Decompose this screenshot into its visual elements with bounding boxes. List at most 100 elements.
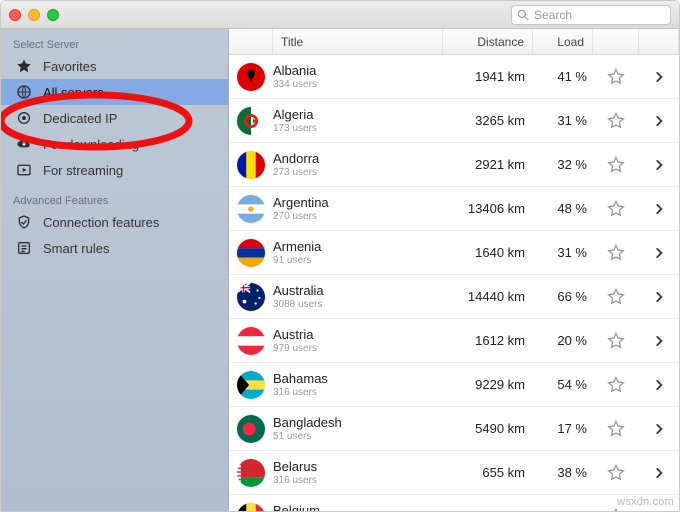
distance-cell: 1941 km	[443, 69, 533, 84]
disclosure-button[interactable]	[639, 70, 679, 84]
app-window: Select Server Favorites All servers Dedi…	[0, 0, 680, 512]
distance-cell: 2921 km	[443, 157, 533, 172]
cloud-download-icon	[15, 135, 33, 153]
title-cell: Austria979 users	[273, 327, 443, 355]
flag-icon	[236, 150, 266, 180]
disclosure-button[interactable]	[639, 158, 679, 172]
favorite-button[interactable]	[593, 331, 639, 351]
sidebar: Select Server Favorites All servers Dedi…	[1, 29, 229, 511]
server-name: Belarus	[273, 459, 437, 475]
load-cell: 66 %	[533, 289, 593, 304]
flag-cell	[229, 150, 273, 180]
server-users: 316 users	[273, 475, 437, 487]
favorite-button[interactable]	[593, 419, 639, 439]
close-icon[interactable]	[9, 9, 21, 21]
sidebar-group-label: Select Server	[1, 35, 228, 53]
col-fav	[593, 29, 639, 54]
col-load[interactable]: Load	[533, 29, 593, 54]
favorite-button[interactable]	[593, 287, 639, 307]
table-row[interactable]: Bahamas316 users9229 km54 %	[229, 363, 679, 407]
server-name: Albania	[273, 63, 437, 79]
favorite-button[interactable]	[593, 111, 639, 131]
badge-icon	[15, 109, 33, 127]
table-row[interactable]: Belgium1379 users2256 km41 %	[229, 495, 679, 511]
col-title[interactable]: Title	[273, 29, 443, 54]
server-name: Australia	[273, 283, 437, 299]
disclosure-button[interactable]	[639, 290, 679, 304]
disclosure-button[interactable]	[639, 114, 679, 128]
server-users: 51 users	[273, 431, 437, 443]
disclosure-button[interactable]	[639, 510, 679, 512]
sidebar-item-dedicated-ip[interactable]: Dedicated IP	[1, 105, 228, 131]
flag-cell	[229, 282, 273, 312]
favorite-button[interactable]	[593, 67, 639, 87]
load-cell: 41 %	[533, 69, 593, 84]
table-row[interactable]: Argentina270 users13406 km48 %	[229, 187, 679, 231]
distance-cell: 14440 km	[443, 289, 533, 304]
col-flag[interactable]	[229, 29, 273, 54]
flag-cell	[229, 326, 273, 356]
table-row[interactable]: Albania334 users1941 km41 %	[229, 55, 679, 99]
title-cell: Algeria173 users	[273, 107, 443, 135]
title-cell: Belgium1379 users	[273, 503, 443, 512]
server-name: Andorra	[273, 151, 437, 167]
table-row[interactable]: Australia3088 users14440 km66 %	[229, 275, 679, 319]
titlebar	[1, 1, 679, 29]
title-cell: Australia3088 users	[273, 283, 443, 311]
distance-cell: 5490 km	[443, 421, 533, 436]
sidebar-item-streaming[interactable]: For streaming	[1, 157, 228, 183]
disclosure-button[interactable]	[639, 422, 679, 436]
sidebar-item-all-servers[interactable]: All servers	[1, 79, 228, 105]
table-row[interactable]: Algeria173 users3265 km31 %	[229, 99, 679, 143]
server-users: 173 users	[273, 123, 437, 135]
distance-cell: 9229 km	[443, 377, 533, 392]
sidebar-item-downloading[interactable]: For downloading	[1, 131, 228, 157]
server-users: 270 users	[273, 211, 437, 223]
watermark: wsxdn.com	[617, 496, 674, 508]
sidebar-item-favorites[interactable]: Favorites	[1, 53, 228, 79]
body: Select Server Favorites All servers Dedi…	[1, 29, 679, 511]
title-cell: Andorra273 users	[273, 151, 443, 179]
favorite-button[interactable]	[593, 463, 639, 483]
minimize-icon[interactable]	[28, 9, 40, 21]
favorite-button[interactable]	[593, 243, 639, 263]
title-cell: Bangladesh51 users	[273, 415, 443, 443]
title-cell: Armenia91 users	[273, 239, 443, 267]
server-users: 334 users	[273, 79, 437, 91]
server-users: 316 users	[273, 387, 437, 399]
sidebar-item-label: Dedicated IP	[43, 111, 117, 126]
flag-icon	[236, 238, 266, 268]
sidebar-item-connection-features[interactable]: Connection features	[1, 209, 228, 235]
sidebar-group-label: Advanced Features	[1, 191, 228, 209]
title-cell: Argentina270 users	[273, 195, 443, 223]
sidebar-item-label: Connection features	[43, 215, 159, 230]
flag-icon	[236, 326, 266, 356]
zoom-icon[interactable]	[47, 9, 59, 21]
server-list[interactable]: Albania334 users1941 km41 %Algeria173 us…	[229, 55, 679, 511]
server-name: Argentina	[273, 195, 437, 211]
disclosure-button[interactable]	[639, 202, 679, 216]
table-row[interactable]: Bangladesh51 users5490 km17 %	[229, 407, 679, 451]
disclosure-button[interactable]	[639, 246, 679, 260]
table-row[interactable]: Armenia91 users1640 km31 %	[229, 231, 679, 275]
disclosure-button[interactable]	[639, 334, 679, 348]
disclosure-button[interactable]	[639, 378, 679, 392]
disclosure-button[interactable]	[639, 466, 679, 480]
flag-cell	[229, 194, 273, 224]
title-cell: Albania334 users	[273, 63, 443, 91]
sidebar-item-smart-rules[interactable]: Smart rules	[1, 235, 228, 261]
window-controls	[9, 9, 59, 21]
favorite-button[interactable]	[593, 155, 639, 175]
favorite-button[interactable]	[593, 375, 639, 395]
search-input[interactable]	[511, 5, 671, 25]
table-row[interactable]: Belarus316 users655 km38 %	[229, 451, 679, 495]
main: Title Distance Load Albania334 users1941…	[229, 29, 679, 511]
flag-cell	[229, 106, 273, 136]
favorite-button[interactable]	[593, 199, 639, 219]
table-row[interactable]: Austria979 users1612 km20 %	[229, 319, 679, 363]
table-row[interactable]: Andorra273 users2921 km32 %	[229, 143, 679, 187]
server-name: Armenia	[273, 239, 437, 255]
col-distance[interactable]: Distance	[443, 29, 533, 54]
server-name: Bangladesh	[273, 415, 437, 431]
server-name: Bahamas	[273, 371, 437, 387]
